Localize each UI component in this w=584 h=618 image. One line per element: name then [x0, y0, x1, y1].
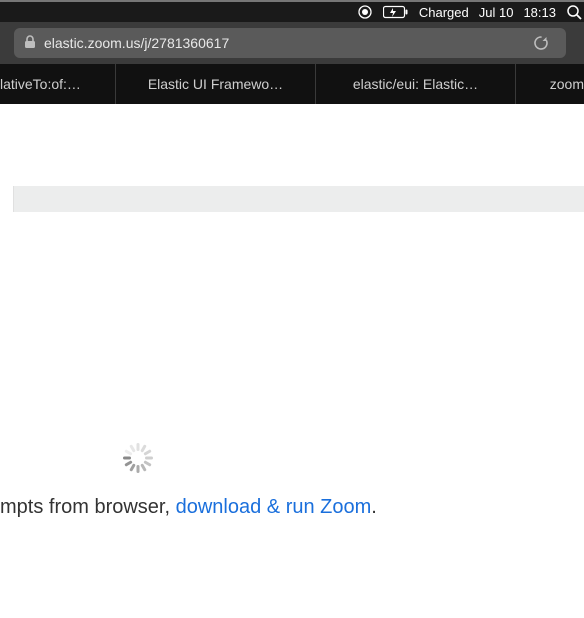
- page-content: mpts from browser, download & run Zoom.: [0, 104, 584, 618]
- battery-status-text: Charged: [419, 5, 469, 20]
- download-run-zoom-link[interactable]: download & run Zoom: [176, 496, 372, 518]
- spotlight-icon[interactable]: [566, 4, 582, 20]
- loading-spinner-icon: [123, 443, 153, 473]
- lock-icon: [24, 35, 36, 52]
- menubar-date[interactable]: Jul 10: [479, 5, 514, 20]
- screen-record-icon[interactable]: [357, 4, 373, 20]
- menubar-time[interactable]: 18:13: [523, 5, 556, 20]
- bookmark-item[interactable]: Elastic UI Framewo…: [116, 64, 316, 104]
- bookmark-item[interactable]: lativeTo:of:…: [0, 64, 116, 104]
- prompt-text-prefix: mpts from browser,: [0, 496, 176, 518]
- bookmark-label: zoom: [550, 76, 584, 92]
- address-bar-url: elastic.zoom.us/j/2781360617: [44, 35, 229, 51]
- bookmark-label: lativeTo:of:…: [0, 76, 81, 92]
- bookmarks-bar: lativeTo:of:… Elastic UI Framewo… elasti…: [0, 64, 584, 104]
- secondary-bar: [0, 186, 584, 212]
- reload-button[interactable]: [526, 28, 556, 58]
- zoom-launch-prompt: mpts from browser, download & run Zoom.: [0, 496, 377, 519]
- active-subtab-indicator: [0, 186, 14, 212]
- browser-toolbar: elastic.zoom.us/j/2781360617: [0, 22, 584, 64]
- address-bar[interactable]: elastic.zoom.us/j/2781360617: [14, 28, 566, 58]
- macos-menubar: Charged Jul 10 18:13: [0, 0, 584, 22]
- battery-icon[interactable]: [383, 5, 409, 19]
- prompt-text-suffix: .: [371, 496, 377, 518]
- bookmark-label: Elastic UI Framewo…: [148, 76, 283, 92]
- bookmark-label: elastic/eui: Elastic…: [353, 76, 478, 92]
- bookmark-item[interactable]: elastic/eui: Elastic…: [316, 64, 516, 104]
- bookmark-item[interactable]: zoom: [516, 64, 584, 104]
